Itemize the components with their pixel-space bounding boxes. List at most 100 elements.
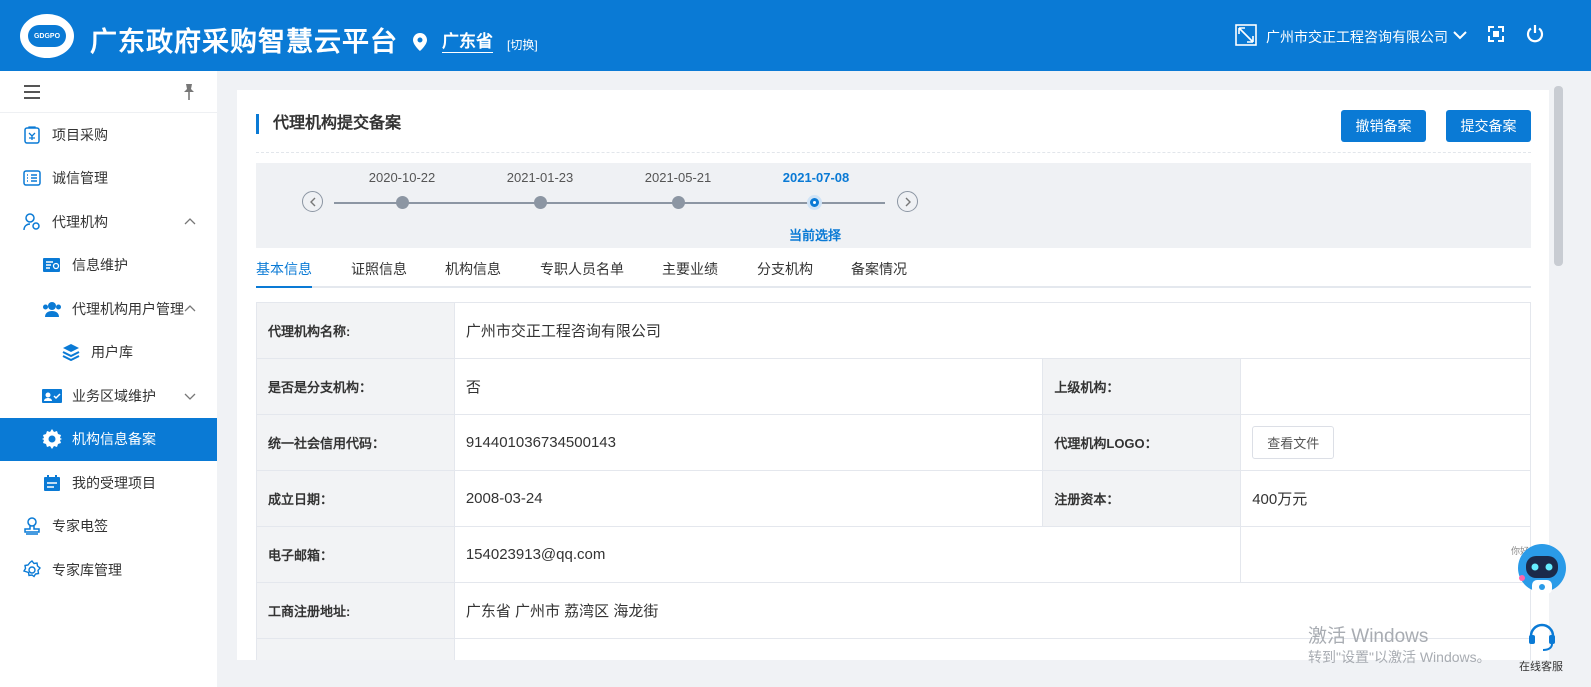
location-pin-icon	[413, 33, 427, 54]
timeline-node[interactable]	[672, 196, 685, 209]
activation-watermark-subtitle: 转到"设置"以激活 Windows。	[1308, 649, 1491, 665]
tab-license-info[interactable]: 证照信息	[351, 258, 407, 288]
table-row: 代理机构名称: 广州市交正工程咨询有限公司	[256, 302, 1532, 359]
timeline-date[interactable]: 2020-10-22	[357, 170, 447, 185]
chevron-down-icon[interactable]	[1453, 28, 1467, 45]
region-link[interactable]: 广东省	[442, 32, 493, 53]
clipboard-icon	[22, 125, 42, 145]
field-label: 注册资本：	[1042, 470, 1242, 527]
field-value: 查看文件	[1240, 414, 1531, 471]
sidebar-item-institution-filing[interactable]: 机构信息备案	[0, 417, 217, 461]
tab-main-performance[interactable]: 主要业绩	[662, 258, 718, 288]
tab-branches[interactable]: 分支机构	[757, 258, 813, 288]
sidebar-item-expert-esign[interactable]: 专家电签	[0, 505, 217, 549]
users-icon	[42, 299, 62, 319]
sidebar-item-credit-management[interactable]: 诚信管理	[0, 157, 217, 201]
field-label	[256, 638, 455, 660]
id-card-icon	[42, 255, 62, 275]
tab-basic-info[interactable]: 基本信息	[256, 258, 312, 288]
field-value	[1240, 526, 1531, 583]
region-switch-link[interactable]: [切换]	[507, 36, 538, 53]
page-title: 代理机构提交备案	[256, 114, 401, 134]
table-row: 统一社会信用代码： 914401036734500143 代理机构LOGO： 查…	[256, 414, 1531, 471]
field-label: 成立日期：	[256, 470, 455, 527]
view-file-button[interactable]: 查看文件	[1252, 426, 1335, 459]
sidebar-item-user-library[interactable]: 用户库	[0, 331, 217, 375]
field-value: 2008-03-24	[453, 470, 1044, 527]
field-label: 代理机构LOGO：	[1042, 414, 1242, 471]
app-title: 广东政府采购智慧云平台	[90, 27, 398, 57]
sidebar-item-label: 代理机构	[52, 213, 108, 230]
sidebar-item-agency-user-management[interactable]: 代理机构用户管理	[0, 287, 217, 331]
field-label: 统一社会信用代码：	[256, 414, 455, 471]
field-label: 工商注册地址:	[256, 582, 455, 639]
pin-icon[interactable]	[181, 83, 197, 104]
timeline-date[interactable]: 2021-01-23	[495, 170, 585, 185]
chevron-left-icon	[309, 197, 315, 206]
sidebar-item-my-accepted-projects[interactable]: 我的受理项目	[0, 461, 217, 505]
field-label: 电子邮箱：	[256, 526, 455, 583]
timeline-track	[334, 202, 885, 204]
current-selection-label: 当前选择	[789, 228, 842, 243]
timeline-node[interactable]	[396, 196, 409, 209]
company-name[interactable]: 广州市交正工程咨询有限公司	[1266, 27, 1448, 47]
activation-watermark-title: 激活 Windows	[1308, 626, 1429, 647]
field-value: 否	[453, 358, 1044, 415]
sidebar-item-agency[interactable]: 代理机构	[0, 200, 217, 244]
info-tabs: 基本信息 证照信息 机构信息 专职人员名单 主要业绩 分支机构 备案情况	[256, 256, 1531, 288]
card-check-icon	[42, 386, 62, 406]
chevron-down-icon	[184, 389, 196, 405]
timeline-node[interactable]	[534, 196, 547, 209]
sidebar-item-label: 代理机构用户管理	[72, 300, 184, 317]
sidebar-item-business-region[interactable]: 业务区域维护	[0, 374, 217, 418]
power-icon[interactable]	[1525, 24, 1545, 47]
menu-icon[interactable]	[24, 85, 40, 102]
sidebar-item-label: 机构信息备案	[72, 431, 156, 448]
table-row: 电子邮箱： 154023913@qq.com	[256, 526, 1531, 583]
field-value: 400万元	[1240, 470, 1531, 527]
organization-icon	[1235, 24, 1257, 49]
logo-text: GDGPO	[28, 25, 66, 47]
platform-logo[interactable]: GDGPO	[20, 14, 74, 58]
sidebar-item-label: 专家库管理	[52, 561, 122, 578]
revoke-filing-button[interactable]: 撤销备案	[1341, 110, 1426, 142]
timeline-date-current[interactable]: 2021-07-08	[771, 170, 861, 185]
sidebar: 项目采购 诚信管理 代理机构 信息维护 代理机构用户管理 用户库 业务区域维护 …	[0, 71, 217, 687]
stamp-icon	[22, 516, 42, 536]
sidebar-item-project-procurement[interactable]: 项目采购	[0, 113, 217, 157]
chevron-right-icon	[905, 197, 911, 206]
field-label: 上级机构：	[1042, 358, 1242, 415]
calendar-icon	[42, 473, 62, 493]
sidebar-item-label: 项目采购	[52, 126, 108, 143]
tab-filing-status[interactable]: 备案情况	[851, 258, 907, 288]
sidebar-item-label: 用户库	[91, 344, 133, 361]
timeline-next-button[interactable]	[897, 191, 918, 212]
sidebar-item-label: 业务区域维护	[72, 387, 156, 404]
field-value	[1240, 358, 1531, 415]
scrollbar-thumb[interactable]	[1554, 86, 1563, 266]
fullscreen-icon[interactable]	[1488, 26, 1504, 45]
tab-institution-info[interactable]: 机构信息	[445, 258, 501, 288]
online-service-label[interactable]: 在线客服	[1519, 658, 1563, 674]
field-label: 是否是分支机构：	[256, 358, 455, 415]
robot-assistant-icon[interactable]	[1512, 540, 1568, 612]
table-row: 是否是分支机构： 否 上级机构：	[256, 358, 1531, 415]
field-label: 代理机构名称:	[256, 302, 455, 359]
basic-info-table: 代理机构名称: 广州市交正工程咨询有限公司 是否是分支机构： 否 上级机构： 统…	[256, 302, 1532, 660]
sidebar-item-label: 诚信管理	[52, 170, 108, 187]
headset-icon[interactable]	[1527, 620, 1557, 655]
timeline-prev-button[interactable]	[302, 191, 323, 212]
field-value: 154023913@qq.com	[453, 526, 1242, 583]
timeline-node-current[interactable]	[810, 198, 819, 207]
field-value: 广州市交正工程咨询有限公司	[453, 302, 1532, 359]
tab-staff-list[interactable]: 专职人员名单	[540, 258, 624, 288]
version-timeline: 2020-10-22 2021-01-23 2021-05-21 2021-07…	[256, 163, 1531, 248]
timeline-date[interactable]: 2021-05-21	[633, 170, 723, 185]
sidebar-item-info-maintenance[interactable]: 信息维护	[0, 244, 217, 288]
divider	[256, 152, 1531, 153]
sidebar-item-expert-library[interactable]: 专家库管理	[0, 548, 217, 592]
submit-filing-button[interactable]: 提交备案	[1446, 110, 1531, 142]
sidebar-item-label: 信息维护	[72, 257, 128, 274]
gear-icon	[42, 429, 62, 450]
sidebar-item-label: 我的受理项目	[72, 474, 156, 491]
